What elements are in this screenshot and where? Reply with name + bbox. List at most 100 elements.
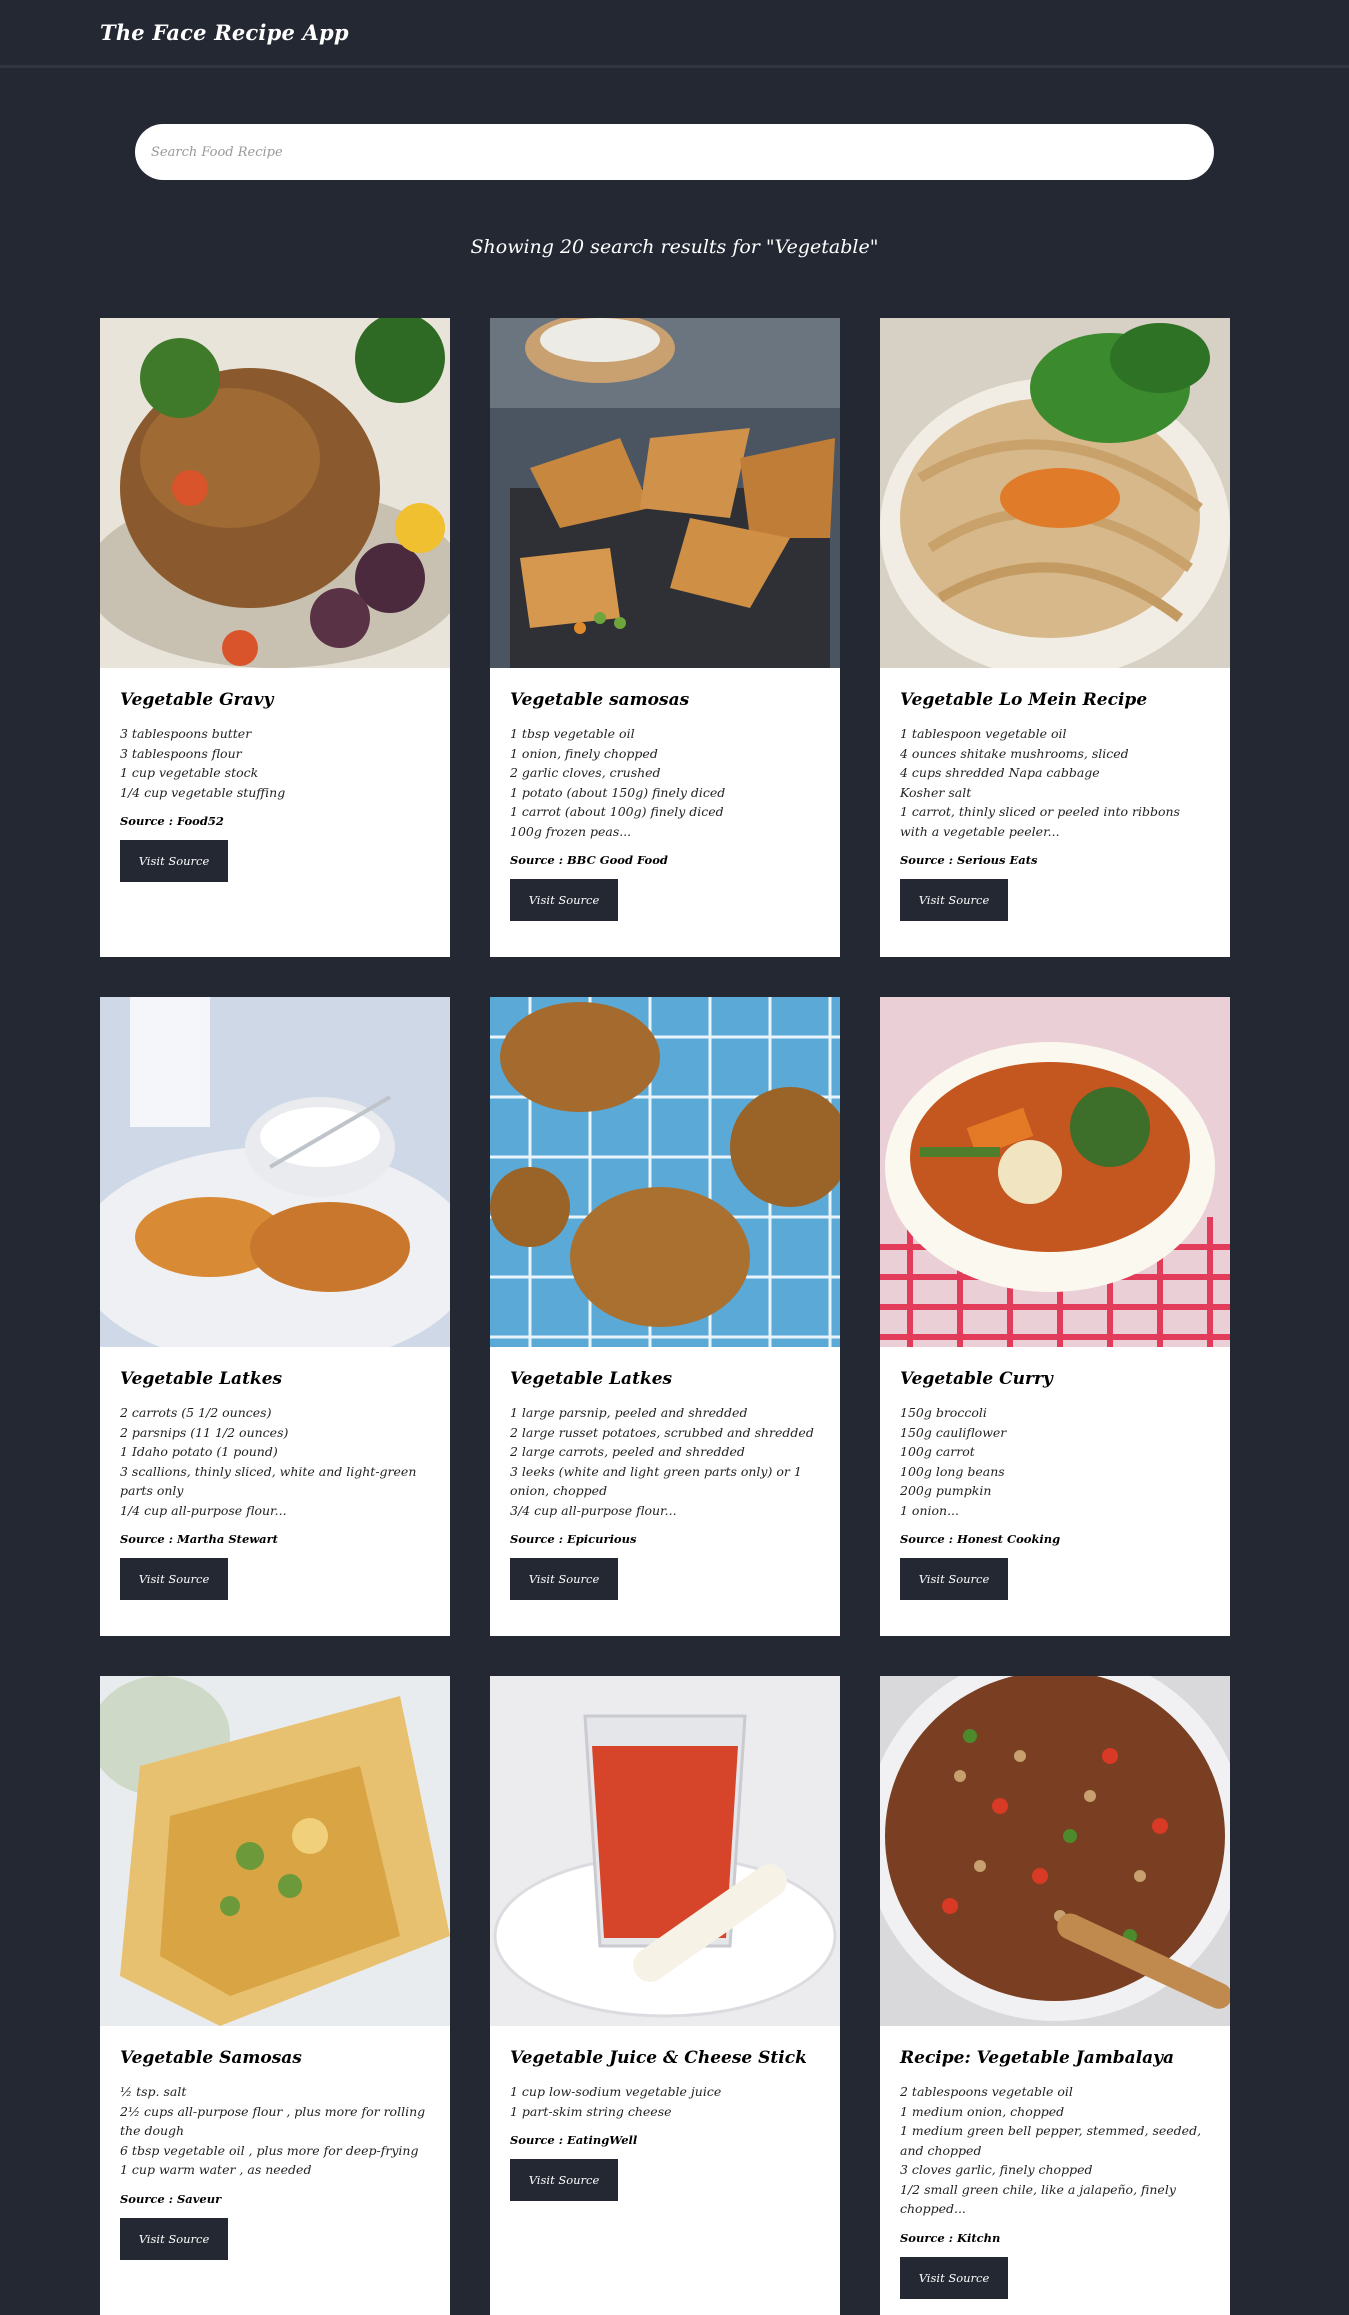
ingredient: 3 leeks (white and light green parts onl… — [510, 1463, 802, 1499]
recipe-card: Vegetable samosas 1 tbsp vegetable oil 1… — [490, 318, 840, 957]
ingredient-list: 1 tablespoon vegetable oil 4 ounces shit… — [900, 724, 1210, 841]
recipe-source: Source : Food52 — [120, 814, 224, 828]
recipe-image — [100, 1676, 450, 2026]
ingredient-list: 150g broccoli 150g cauliflower 100g carr… — [900, 1403, 1210, 1520]
ingredient: 3 cloves garlic, finely chopped — [900, 2162, 1093, 2177]
recipe-title: Vegetable Samosas — [120, 2048, 302, 2068]
search-input[interactable] — [135, 124, 1214, 180]
recipe-card: Recipe: Vegetable Jambalaya 2 tablespoon… — [880, 1676, 1230, 2315]
ingredient-list: 1 cup low-sodium vegetable juice 1 part-… — [510, 2082, 820, 2121]
visit-source-button[interactable]: Visit Source — [900, 879, 1008, 921]
ingredient: 2 carrots (5 1/2 ounces) — [120, 1405, 272, 1420]
ingredient: 1 cup warm water , as needed — [120, 2162, 312, 2177]
ingredient: 2 tablespoons vegetable oil — [900, 2084, 1073, 2099]
visit-source-button[interactable]: Visit Source — [900, 1558, 1008, 1600]
ingredient: 2 parsnips (11 1/2 ounces) — [120, 1424, 289, 1440]
recipe-source: Source : EatingWell — [510, 2133, 638, 2147]
ingredient: 3/4 cup all-purpose flour... — [510, 1502, 677, 1518]
ingredient: 1 tbsp vegetable oil — [510, 726, 635, 741]
recipe-source: Source : Honest Cooking — [900, 1532, 1061, 1546]
visit-source-button[interactable]: Visit Source — [120, 2217, 228, 2260]
ingredient: Kosher salt — [900, 784, 972, 800]
recipe-grid: Vegetable Gravy 3 tablespoons butter 3 t… — [100, 318, 1230, 2315]
ingredient: 100g frozen peas... — [510, 823, 632, 839]
ingredient: 2½ cups all-purpose flour , plus more fo… — [120, 2103, 426, 2139]
ingredient: 150g cauliflower — [900, 1424, 1007, 1440]
recipe-title: Recipe: Vegetable Jambalaya — [900, 2048, 1175, 2068]
recipe-card: Vegetable Gravy 3 tablespoons butter 3 t… — [100, 318, 450, 957]
ingredient: 100g carrot — [900, 1444, 975, 1459]
recipe-card: Vegetable Curry 150g broccoli 150g cauli… — [880, 997, 1230, 1636]
ingredient: 200g pumpkin — [900, 1483, 992, 1498]
ingredient: 1 part-skim string cheese — [510, 2103, 672, 2119]
ingredient: 1 carrot (about 100g) finely diced — [510, 804, 724, 819]
ingredient: 3 scallions, thinly sliced, white and li… — [120, 1463, 417, 1499]
ingredient: 1/4 cup all-purpose flour... — [120, 1502, 287, 1518]
recipe-title: Vegetable Lo Mein Recipe — [900, 690, 1148, 710]
recipe-title: Vegetable Latkes — [510, 1369, 673, 1389]
ingredient: 2 large russet potatoes, scrubbed and sh… — [510, 1424, 814, 1440]
ingredient-list: 3 tablespoons butter 3 tablespoons flour… — [120, 724, 430, 802]
search-area — [0, 68, 1349, 180]
visit-source-button[interactable]: Visit Source — [510, 879, 618, 921]
ingredient: 3 tablespoons flour — [120, 745, 242, 761]
visit-source-button[interactable]: Visit Source — [120, 1558, 228, 1600]
visit-source-button[interactable]: Visit Source — [510, 1558, 618, 1600]
results-summary: Showing 20 search results for "Vegetable… — [470, 236, 879, 258]
ingredient: 1 Idaho potato (1 pound) — [120, 1444, 278, 1459]
ingredient: 1 cup low-sodium vegetable juice — [510, 2084, 722, 2099]
ingredient-list: ½ tsp. salt 2½ cups all-purpose flour , … — [120, 2082, 430, 2180]
ingredient: 1 onion... — [900, 1502, 959, 1518]
ingredient: 3 tablespoons butter — [120, 726, 252, 741]
recipe-source: Source : Serious Eats — [900, 853, 1038, 867]
ingredient-list: 2 carrots (5 1/2 ounces) 2 parsnips (11 … — [120, 1403, 430, 1520]
ingredient: ½ tsp. salt — [120, 2084, 187, 2099]
recipe-card: Vegetable Samosas ½ tsp. salt 2½ cups al… — [100, 1676, 450, 2315]
recipe-source: Source : Martha Stewart — [120, 1532, 278, 1546]
recipe-source: Source : Kitchn — [900, 2230, 1001, 2245]
visit-source-button[interactable]: Visit Source — [120, 840, 228, 882]
recipe-card: Vegetable Latkes 2 carrots (5 1/2 ounces… — [100, 997, 450, 1636]
recipe-image — [100, 997, 450, 1347]
recipe-source: Source : BBC Good Food — [510, 853, 668, 867]
recipe-image — [100, 318, 450, 668]
recipe-card: Vegetable Juice & Cheese Stick 1 cup low… — [490, 1676, 840, 2315]
ingredient: 1/2 small green chile, like a jalapeño, … — [900, 2181, 1176, 2217]
recipe-card: Vegetable Lo Mein Recipe 1 tablespoon ve… — [880, 318, 1230, 957]
recipe-title: Vegetable Curry — [900, 1369, 1053, 1389]
recipe-image — [880, 1676, 1230, 2026]
ingredient: 2 garlic cloves, crushed — [510, 765, 661, 780]
visit-source-button[interactable]: Visit Source — [900, 2256, 1008, 2299]
ingredient: 2 large carrots, peeled and shredded — [510, 1444, 745, 1459]
ingredient: 1 cup vegetable stock — [120, 765, 259, 780]
ingredient: 1 onion, finely chopped — [510, 745, 658, 761]
ingredient: 1 large parsnip, peeled and shredded — [510, 1405, 748, 1420]
recipe-source: Source : Epicurious — [510, 1532, 637, 1546]
recipe-card: Vegetable Latkes 1 large parsnip, peeled… — [490, 997, 840, 1636]
recipe-image — [490, 318, 840, 668]
ingredient: 1 medium onion, chopped — [900, 2103, 1065, 2119]
recipe-image — [490, 1676, 840, 2026]
recipe-source: Source : Saveur — [120, 2191, 222, 2206]
ingredient-list: 1 tbsp vegetable oil 1 onion, finely cho… — [510, 724, 820, 841]
app-title[interactable]: The Face Recipe App — [100, 20, 349, 45]
ingredient: 4 ounces shitake mushrooms, sliced — [900, 745, 1129, 761]
ingredient: 6 tbsp vegetable oil , plus more for dee… — [120, 2142, 419, 2158]
visit-source-button[interactable]: Visit Source — [510, 2159, 618, 2201]
ingredient-list: 2 tablespoons vegetable oil 1 medium oni… — [900, 2082, 1210, 2219]
recipe-image — [880, 318, 1230, 668]
ingredient: 150g broccoli — [900, 1405, 987, 1420]
ingredient: 100g long beans — [900, 1463, 1005, 1479]
ingredient: 1 tablespoon vegetable oil — [900, 726, 1067, 741]
ingredient: 1 potato (about 150g) finely diced — [510, 784, 726, 800]
ingredient: 4 cups shredded Napa cabbage — [900, 765, 1100, 780]
ingredient-list: 1 large parsnip, peeled and shredded 2 l… — [510, 1403, 820, 1520]
top-nav: The Face Recipe App — [0, 0, 1349, 68]
ingredient: 1 medium green bell pepper, stemmed, see… — [900, 2123, 1202, 2158]
recipe-title: Vegetable Gravy — [120, 690, 274, 710]
recipe-title: Vegetable Latkes — [120, 1369, 283, 1389]
recipe-title: Vegetable samosas — [510, 690, 690, 710]
ingredient: 1/4 cup vegetable stuffing — [120, 784, 286, 800]
recipe-title: Vegetable Juice & Cheese Stick — [510, 2048, 807, 2068]
recipe-image — [880, 997, 1230, 1347]
